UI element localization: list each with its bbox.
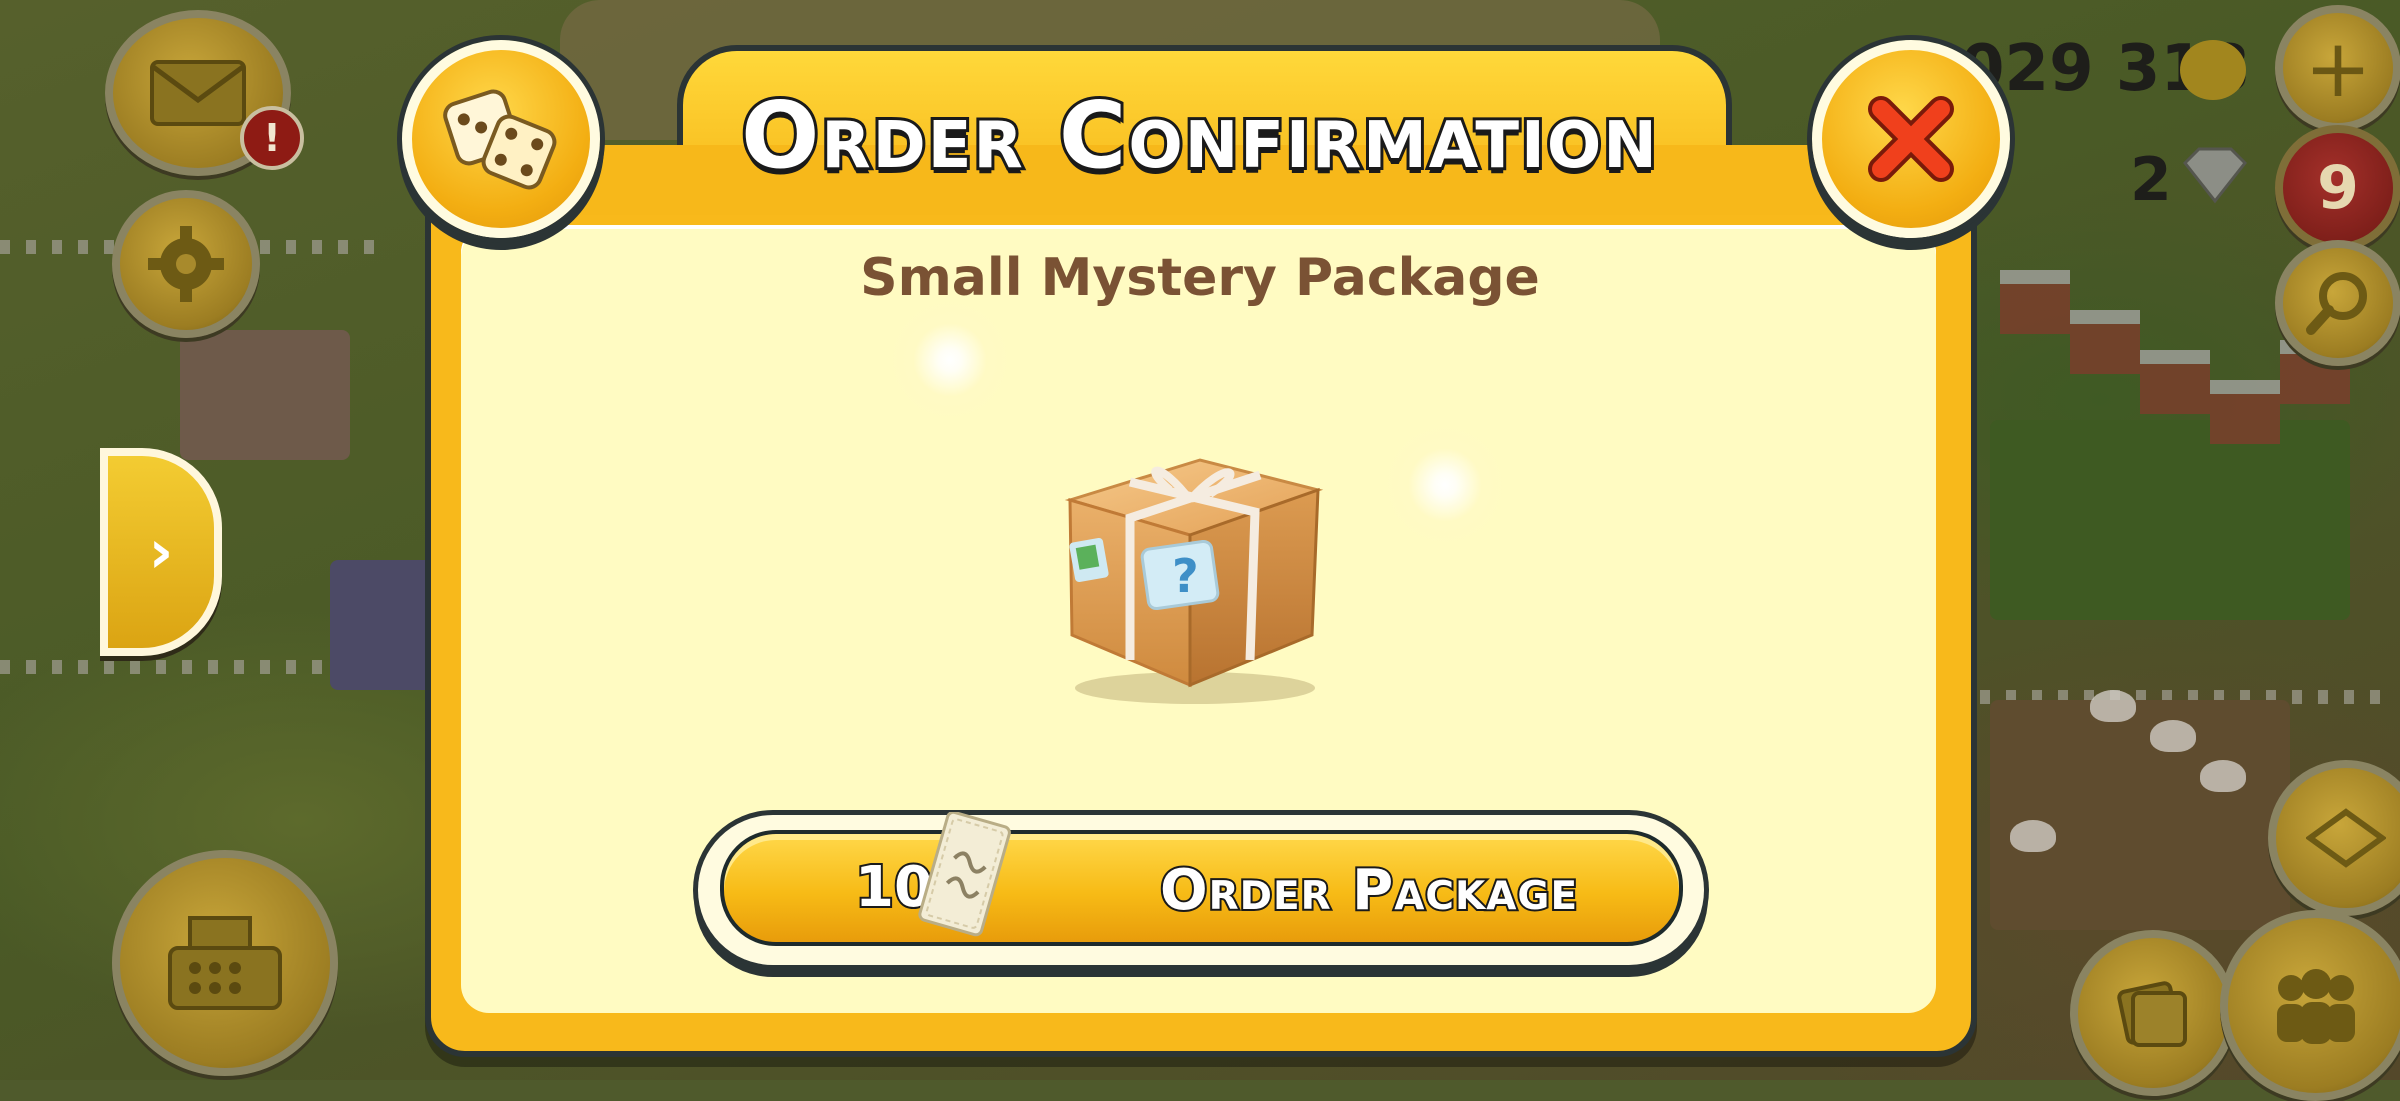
package-name: Small Mystery Package [860,248,1540,308]
dice-icon [443,89,557,190]
close-button[interactable] [1812,40,2010,238]
svg-text:?: ? [1172,549,1199,603]
brick-pillar [2210,380,2280,444]
side-panel-toggle[interactable]: › [100,448,222,656]
rabbit [2150,720,2196,752]
gift-card-icon [918,812,1011,937]
friends-button[interactable] [2220,910,2400,1101]
roadside-shop-button[interactable] [112,850,338,1076]
rabbit [2200,760,2246,792]
sparkle [1380,420,1510,550]
cash-register-icon [168,916,282,1010]
brick-pillar [2140,350,2210,414]
brick-pillar [2070,310,2140,374]
mystery-package-icon: ? [1064,458,1324,704]
rabbit-pen [1990,700,2290,930]
gallery-button[interactable] [2070,930,2236,1096]
rabbit [2090,690,2136,722]
sparkle [885,295,1015,425]
close-icon [1868,96,1954,182]
dice-button[interactable] [402,40,600,238]
order-package-label: Order Package [1158,856,1579,925]
vegetable-field [1990,420,2350,620]
chevron-right-icon: › [148,517,174,587]
dialog-title: Order Confirmation [738,79,1660,192]
expand-arrows-icon [2306,808,2386,868]
market-stall [180,330,350,460]
rabbit [2010,820,2056,852]
people-icon [2276,968,2355,1044]
picture-cards-icon [2117,981,2187,1047]
playhouse [330,560,440,690]
